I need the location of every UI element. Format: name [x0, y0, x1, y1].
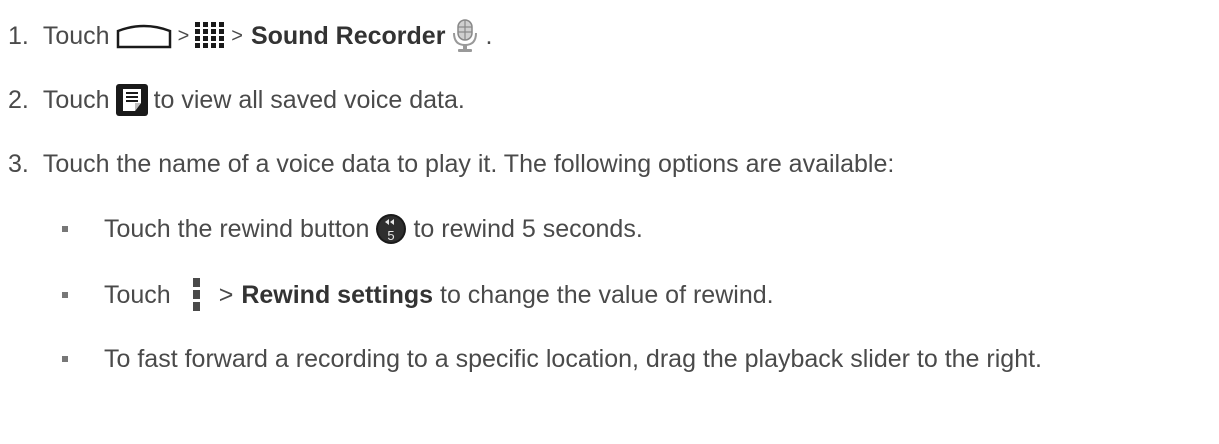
step-number: 1. — [8, 21, 29, 50]
step-text: to view all saved voice data. — [153, 85, 465, 114]
list-icon — [115, 84, 148, 116]
home-icon — [116, 23, 172, 49]
option-text: Touch the rewind button — [104, 214, 370, 243]
apps-icon — [195, 22, 225, 50]
step-text: Touch — [42, 21, 110, 50]
step-2: 2. Touch to view all saved voice data. — [8, 80, 465, 120]
option-text: to rewind 5 seconds. — [413, 214, 643, 243]
bullet — [62, 356, 68, 362]
punctuation: . — [485, 21, 493, 50]
option-fast-forward: To fast forward a recording to a specifi… — [104, 339, 1042, 379]
app-name: Sound Recorder — [250, 21, 446, 50]
separator: > — [218, 280, 234, 309]
option-rewind: Touch the rewind button 5 to rewind 5 se… — [104, 209, 643, 249]
option-text: To fast forward a recording to a specifi… — [104, 344, 1042, 373]
step-text: Touch the name of a voice data to play i… — [42, 149, 895, 178]
bullet — [62, 292, 68, 298]
step-text: Touch — [42, 85, 110, 114]
separator: > — [177, 24, 190, 47]
menu-icon — [192, 278, 201, 312]
option-rewind-settings: Touch > Rewind settings to change the va… — [104, 275, 774, 315]
step-number: 3. — [8, 149, 29, 178]
svg-text:5: 5 — [388, 228, 395, 243]
sound-recorder-icon — [451, 19, 479, 53]
bullet — [62, 226, 68, 232]
rewind-5-icon: 5 — [375, 213, 407, 245]
step-number: 2. — [8, 85, 29, 114]
separator: > — [231, 24, 243, 47]
menu-option-name: Rewind settings — [241, 280, 434, 309]
step-1: 1. Touch > > Sound Recorder . — [8, 16, 492, 56]
step-3: 3. Touch the name of a voice data to pla… — [8, 144, 894, 184]
option-text: to change the value of rewind. — [440, 280, 774, 309]
option-text: Touch — [104, 280, 171, 309]
